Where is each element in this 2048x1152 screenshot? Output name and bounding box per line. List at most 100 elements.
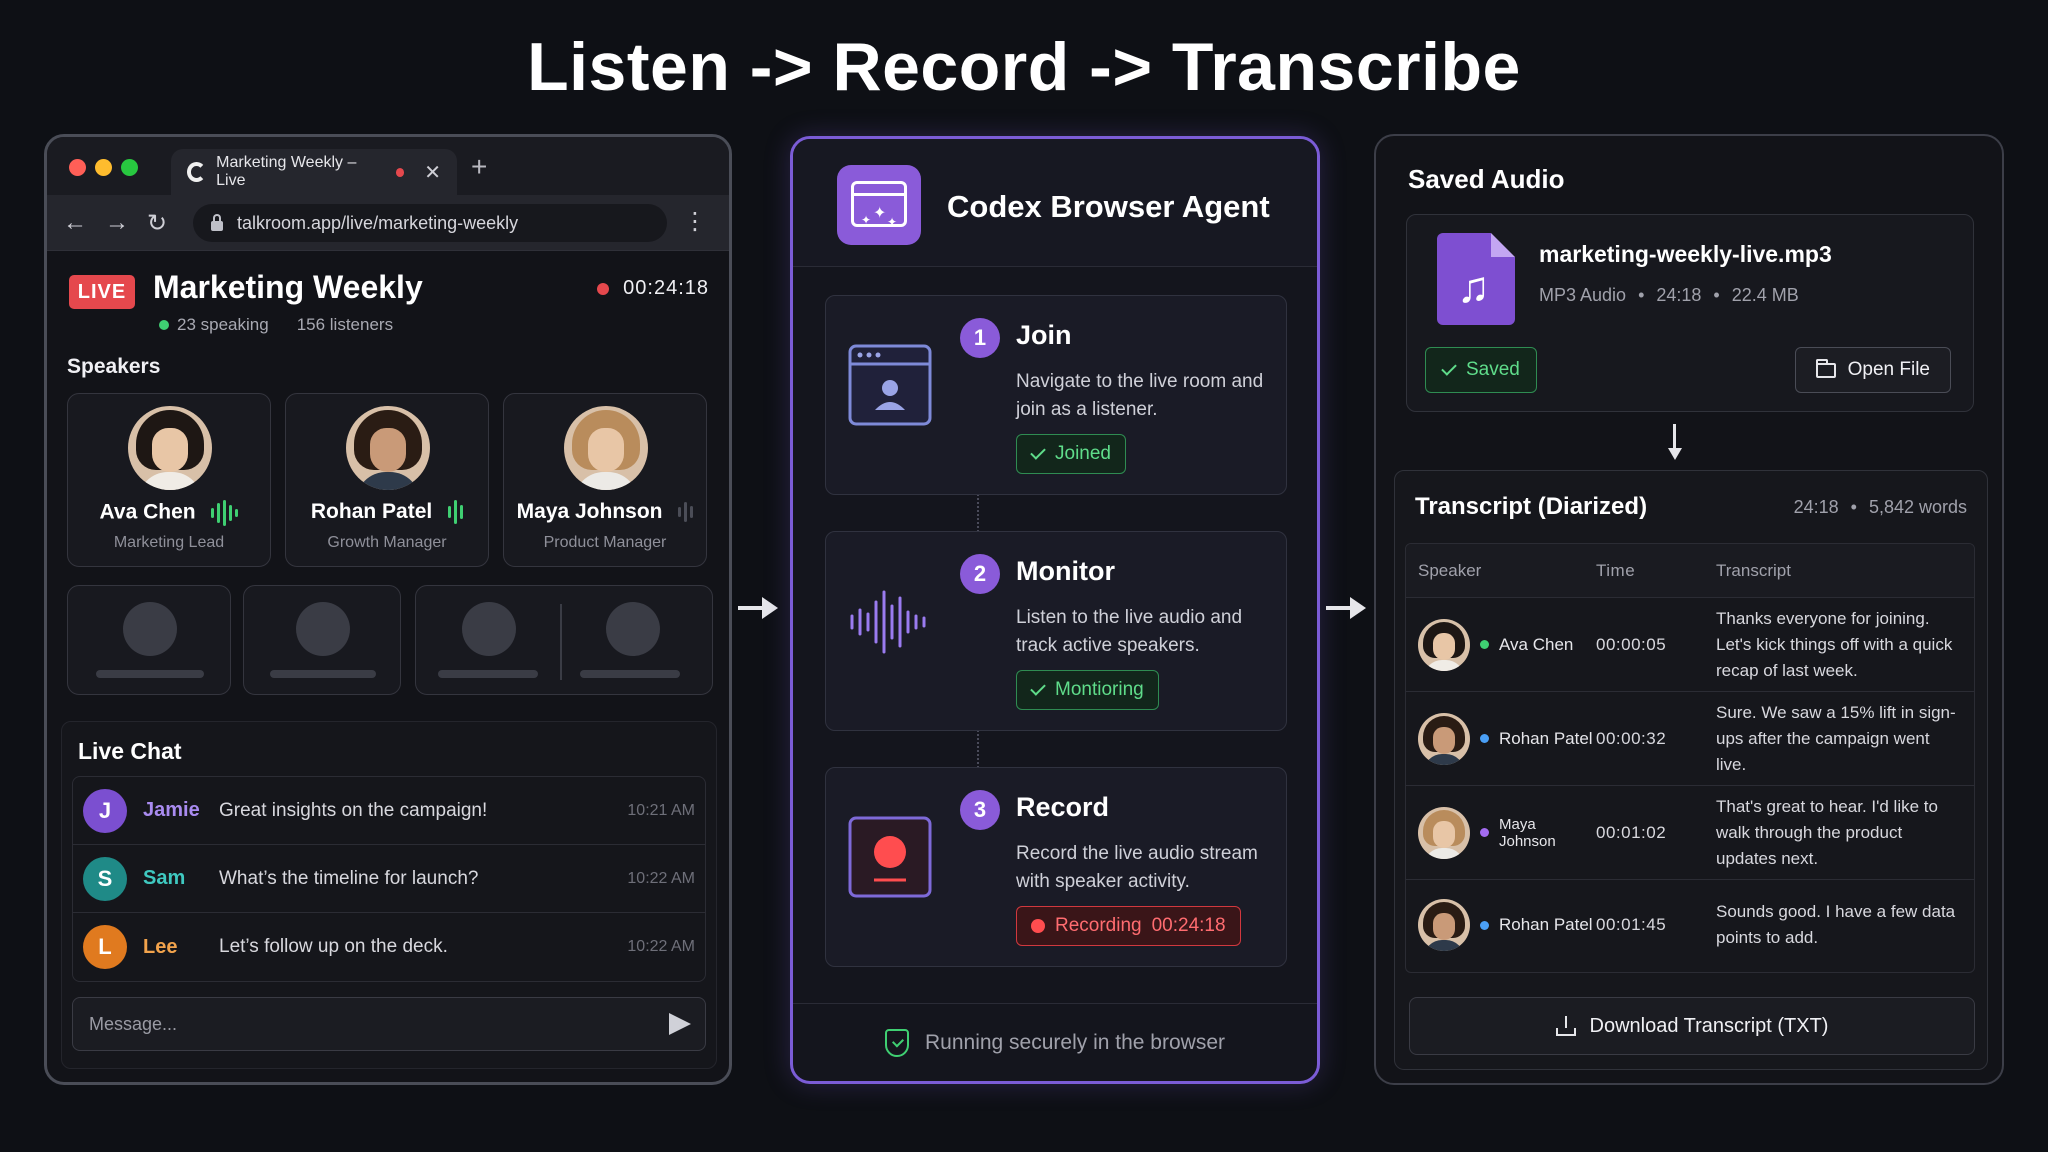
waveform-icon	[850, 590, 926, 654]
status-label: Montioring	[1055, 679, 1144, 700]
speaker-name: Ava Chen	[1499, 634, 1574, 654]
step-number: 3	[960, 790, 1000, 830]
speaker-card-maya-johnson[interactable]: Maya Johnson Product Manager	[503, 393, 707, 567]
speaker-color-dot	[1480, 734, 1489, 743]
file-duration: 24:18	[1656, 285, 1702, 305]
tab-title: Marketing Weekly – Live	[216, 154, 357, 189]
minimize-window-button[interactable]	[95, 159, 112, 176]
transcript-title: Transcript (Diarized)	[1415, 493, 1648, 520]
flow-arrow-icon	[1326, 597, 1366, 619]
download-transcript-button[interactable]: Download Transcript (TXT)	[1409, 997, 1975, 1055]
speaker-name: Maya Johnson	[1499, 815, 1556, 850]
speaker-role: Product Manager	[543, 534, 667, 551]
flow-arrow-icon	[738, 597, 778, 619]
open-file-button[interactable]: Open File	[1794, 347, 1951, 393]
timestamp: 00:01:45	[1596, 915, 1667, 934]
status-badge: Joined	[1016, 434, 1126, 474]
file-name: marketing-weekly-live.mp3	[1539, 241, 1832, 267]
audio-level-icon	[211, 500, 239, 526]
table-row: Rohan Patel 00:00:32 Sure. We saw a 15% …	[1406, 692, 1974, 786]
chat-time: 10:22 AM	[627, 869, 695, 887]
folder-icon	[1815, 358, 1836, 378]
forward-arrow-icon[interactable]: →	[105, 209, 129, 237]
file-size: 22.4 MB	[1731, 285, 1799, 305]
close-window-button[interactable]	[69, 159, 86, 176]
tab-bar: Marketing Weekly – Live ✕ +	[47, 137, 729, 195]
new-tab-icon[interactable]: +	[471, 151, 487, 183]
speaking-count: 23 speaking	[177, 315, 269, 334]
browser-window: Marketing Weekly – Live ✕ + ← → ↻ talkro…	[44, 134, 732, 1085]
avatar	[1418, 712, 1470, 765]
chat-message: J Jamie Great insights on the campaign! …	[73, 777, 705, 845]
timestamp: 00:00:32	[1596, 728, 1667, 748]
chat-message: S Sam What’s the timeline for launch? 10…	[73, 845, 705, 913]
listener-count: 156 listeners	[296, 315, 394, 334]
avatar	[128, 406, 212, 490]
reload-icon[interactable]: ↻	[147, 209, 167, 238]
back-arrow-icon[interactable]: ←	[63, 209, 87, 237]
transcript-text: That's great to hear. I'd like to walk t…	[1716, 796, 1938, 868]
check-icon	[1030, 444, 1046, 460]
menu-kebab-icon[interactable]: ⋮	[683, 207, 707, 236]
saved-label: Saved	[1466, 359, 1520, 380]
transcript-text: Thanks everyone for joining. Let's kick …	[1716, 608, 1953, 680]
transcript-word-count: 5,842 words	[1868, 497, 1967, 517]
step-description: Record the live audio stream with speake…	[1016, 843, 1258, 892]
column-header-speaker: Speaker	[1418, 560, 1482, 580]
transcript-meta: 24:18 • 5,842 words	[1793, 497, 1967, 517]
message-composer	[72, 997, 706, 1051]
transcript-duration: 24:18	[1793, 497, 1839, 517]
speaker-role: Growth Manager	[327, 534, 447, 551]
status-badge: Montioring	[1016, 670, 1159, 710]
record-icon	[848, 816, 932, 898]
down-arrow-icon	[1668, 424, 1682, 460]
speakers-label: Speakers	[67, 355, 161, 378]
agent-header: ✦ ✦ ✦ Codex Browser Agent	[793, 139, 1317, 267]
step-record: 3 Record Record the live audio stream wi…	[825, 767, 1287, 967]
step-monitor: 2 Monitor Listen to the live audio and t…	[825, 531, 1287, 731]
speaker-color-dot	[1480, 640, 1489, 649]
table-header: Speaker Time Transcript	[1406, 544, 1974, 598]
speaker-name: Rohan Patel	[310, 500, 433, 523]
avatar	[346, 406, 430, 490]
listener-placeholder	[243, 585, 401, 695]
file-meta: MP3 Audio • 24:18 • 22.4 MB	[1539, 285, 1799, 305]
browser-user-icon	[848, 344, 932, 426]
room-title: Marketing Weekly	[153, 269, 423, 305]
saved-badge: Saved	[1425, 347, 1537, 393]
audio-level-icon	[678, 502, 694, 523]
url-text: talkroom.app/live/marketing-weekly	[237, 212, 519, 233]
check-icon	[1441, 360, 1457, 376]
speaking-dot-icon	[159, 320, 169, 330]
favicon-icon	[187, 162, 207, 182]
speaker-color-dot	[1480, 920, 1489, 930]
avatar	[1418, 899, 1470, 951]
audio-level-icon	[448, 500, 464, 525]
table-row: Maya Johnson 00:01:02 That's great to he…	[1406, 786, 1974, 880]
timer-value: 00:24:18	[623, 277, 709, 299]
avatar: L	[83, 925, 127, 969]
listener-placeholder	[67, 585, 231, 695]
browser-agent-logo-icon: ✦ ✦ ✦	[837, 165, 921, 245]
close-tab-icon[interactable]: ✕	[424, 160, 441, 185]
speaker-card-ava-chen[interactable]: Ava Chen Marketing Lead	[67, 393, 271, 567]
send-icon[interactable]	[669, 1013, 691, 1035]
maximize-window-button[interactable]	[121, 159, 138, 176]
url-field[interactable]: talkroom.app/live/marketing-weekly	[193, 204, 667, 242]
status-time: 00:24:18	[1151, 915, 1226, 936]
chat-author: Jamie	[143, 799, 200, 821]
step-description: Listen to the live audio and track activ…	[1016, 607, 1243, 656]
agent-panel: ✦ ✦ ✦ Codex Browser Agent 1 Join Navigat…	[790, 136, 1320, 1084]
avatar	[1418, 618, 1470, 671]
message-input[interactable]	[73, 998, 633, 1050]
room-timer: 00:24:18	[597, 277, 709, 300]
avatar	[1418, 806, 1470, 859]
transcript-text: Sounds good. I have a few data points to…	[1716, 902, 1956, 947]
speaker-card-rohan-patel[interactable]: Rohan Patel Growth Manager	[285, 393, 489, 567]
saved-audio-title: Saved Audio	[1408, 164, 1565, 194]
status-label: Recording	[1055, 915, 1142, 936]
table-row: Rohan Patel 00:01:45 Sounds good. I have…	[1406, 880, 1974, 970]
chat-text: What’s the timeline for launch?	[219, 867, 479, 889]
browser-tab[interactable]: Marketing Weekly – Live ✕	[171, 149, 457, 195]
lock-icon	[211, 214, 223, 231]
